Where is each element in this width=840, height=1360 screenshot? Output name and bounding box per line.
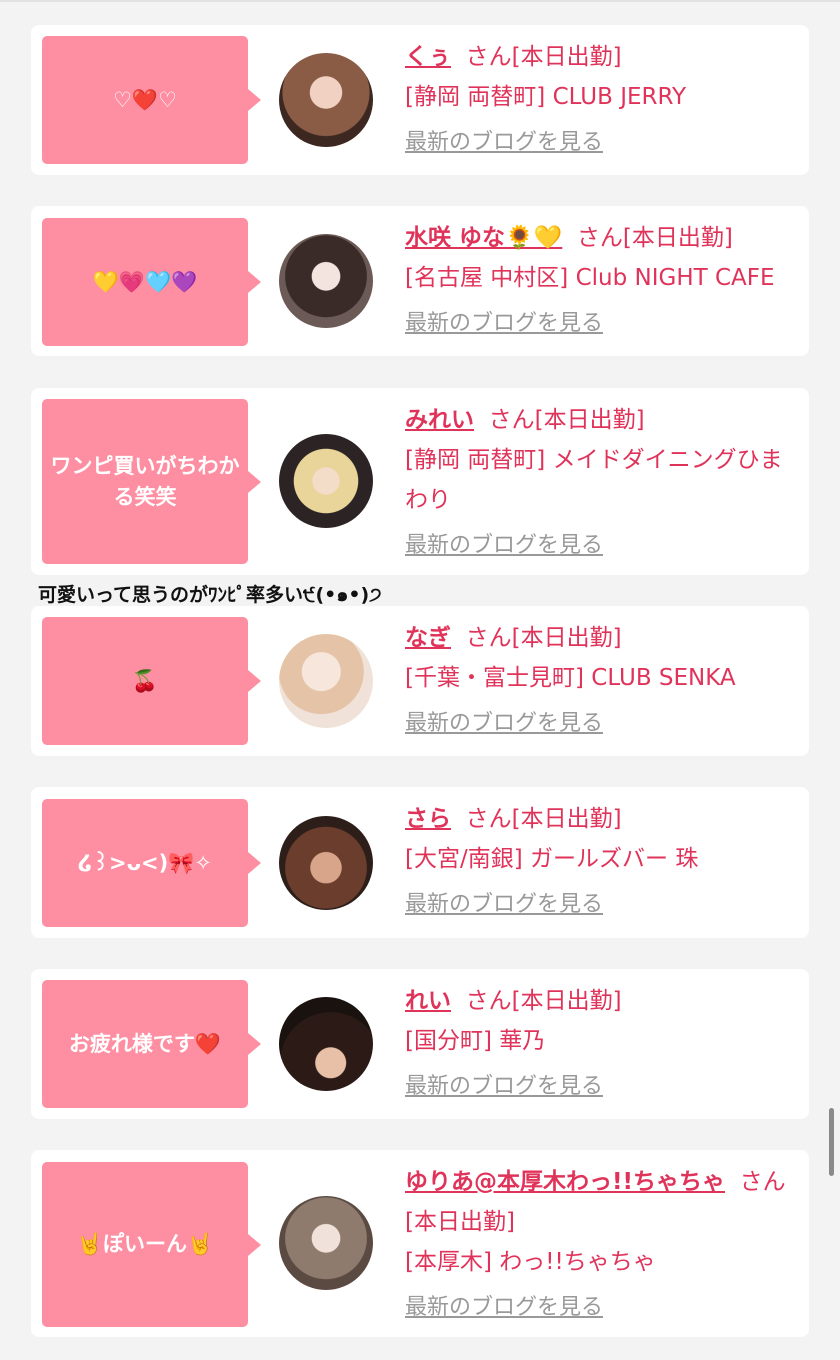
latest-blog-link[interactable]: 最新のブログを見る xyxy=(405,1067,801,1107)
latest-blog-link[interactable]: 最新のブログを見る xyxy=(405,1288,801,1328)
latest-blog-link[interactable]: 最新のブログを見る xyxy=(405,526,801,566)
status-text: さん[本日出勤] xyxy=(465,44,622,70)
shop-text: [千葉・富士見町] CLUB SENKA xyxy=(405,665,736,691)
blog-card: 💛💗🩵💜 水咲 ゆな🌻💛 さん[本日出勤] [名古屋 中村区] Club NIG… xyxy=(31,206,809,356)
shop-text: [本厚木] わっ!!ちゃちゃ xyxy=(405,1249,656,1275)
avatar[interactable] xyxy=(279,634,373,728)
cast-name-link[interactable]: さら xyxy=(405,806,451,832)
latest-blog-link[interactable]: 最新のブログを見る xyxy=(405,704,801,744)
comment-bubble: 💛💗🩵💜 xyxy=(42,218,261,346)
shop-text: [大宮/南銀] ガールズバー 珠 xyxy=(405,846,699,872)
scrollbar-thumb[interactable] xyxy=(829,1108,834,1176)
status-text: さん[本日出勤] xyxy=(465,988,622,1014)
shop-text: [国分町] 華乃 xyxy=(405,1028,546,1054)
comment-text: ♡❤️♡ xyxy=(113,87,177,112)
shop-text: [静岡 両替町] CLUB JERRY xyxy=(405,84,687,110)
comment-text: ໒꒱>ᴗ<)🎀✧ xyxy=(78,850,212,875)
status-text: さん[本日出勤] xyxy=(488,407,645,433)
cast-name-link[interactable]: くぅ xyxy=(405,44,451,70)
blog-card: ワンピ買いがちわかる笑笑 みれい さん[本日出勤] [静岡 両替町] メイドダイ… xyxy=(31,388,809,575)
cast-name-link[interactable]: 水咲 ゆな🌻💛 xyxy=(405,225,562,251)
latest-blog-link[interactable]: 最新のブログを見る xyxy=(405,885,801,925)
comment-text: お疲れ様です❤️ xyxy=(68,1031,222,1056)
comment-text: 🤘ぽいーん🤘 xyxy=(76,1232,214,1256)
comment-bubble: ໒꒱>ᴗ<)🎀✧ xyxy=(42,799,261,927)
comment-bubble: お疲れ様です❤️ xyxy=(42,980,261,1108)
comment-bubble: ♡❤️♡ xyxy=(42,36,261,164)
comment-text: 🍒 xyxy=(131,668,159,693)
latest-blog-link[interactable]: 最新のブログを見る xyxy=(405,123,801,163)
avatar[interactable] xyxy=(279,997,373,1091)
comment-bubble: ワンピ買いがちわかる笑笑 xyxy=(42,399,261,564)
latest-blog-link[interactable]: 最新のブログを見る xyxy=(405,304,801,344)
shop-text: [静岡 両替町] メイドダイニングひまわり xyxy=(405,447,783,513)
comment-bubble: 🍒 xyxy=(42,617,261,745)
cast-name-link[interactable]: なぎ xyxy=(405,625,451,651)
blog-card: お疲れ様です❤️ れい さん[本日出勤] [国分町] 華乃 最新のブログを見る xyxy=(31,969,809,1119)
cast-name-link[interactable]: れい xyxy=(405,988,451,1014)
avatar[interactable] xyxy=(279,1196,373,1290)
blog-card: 🤘ぽいーん🤘 ゆりあ@本厚木わっ!!ちゃちゃ さん[本日出勤] [本厚木] わっ… xyxy=(31,1150,809,1337)
cast-name-link[interactable]: ゆりあ@本厚木わっ!!ちゃちゃ xyxy=(405,1169,725,1195)
cast-name-link[interactable]: みれい xyxy=(405,407,474,433)
blog-card: 🍒 なぎ さん[本日出勤] [千葉・富士見町] CLUB SENKA 最新のブロ… xyxy=(31,606,809,756)
comment-bubble: 🤘ぽいーん🤘 xyxy=(42,1162,261,1327)
comment-text: 💛💗🩵💜 xyxy=(92,269,198,294)
avatar[interactable] xyxy=(279,434,373,528)
status-text: さん[本日出勤] xyxy=(465,806,622,832)
blog-card: ໒꒱>ᴗ<)🎀✧ さら さん[本日出勤] [大宮/南銀] ガールズバー 珠 最新… xyxy=(31,787,809,938)
top-divider xyxy=(0,0,840,2)
status-text: さん[本日出勤] xyxy=(576,225,733,251)
blog-card: ♡❤️♡ くぅ さん[本日出勤] [静岡 両替町] CLUB JERRY 最新の… xyxy=(31,25,809,175)
status-text: さん[本日出勤] xyxy=(465,625,622,651)
avatar[interactable] xyxy=(279,53,373,147)
comment-text: ワンピ買いがちわかる笑笑 xyxy=(50,453,240,509)
avatar[interactable] xyxy=(279,816,373,910)
shop-text: [名古屋 中村区] Club NIGHT CAFE xyxy=(405,265,775,291)
avatar[interactable] xyxy=(279,234,373,328)
